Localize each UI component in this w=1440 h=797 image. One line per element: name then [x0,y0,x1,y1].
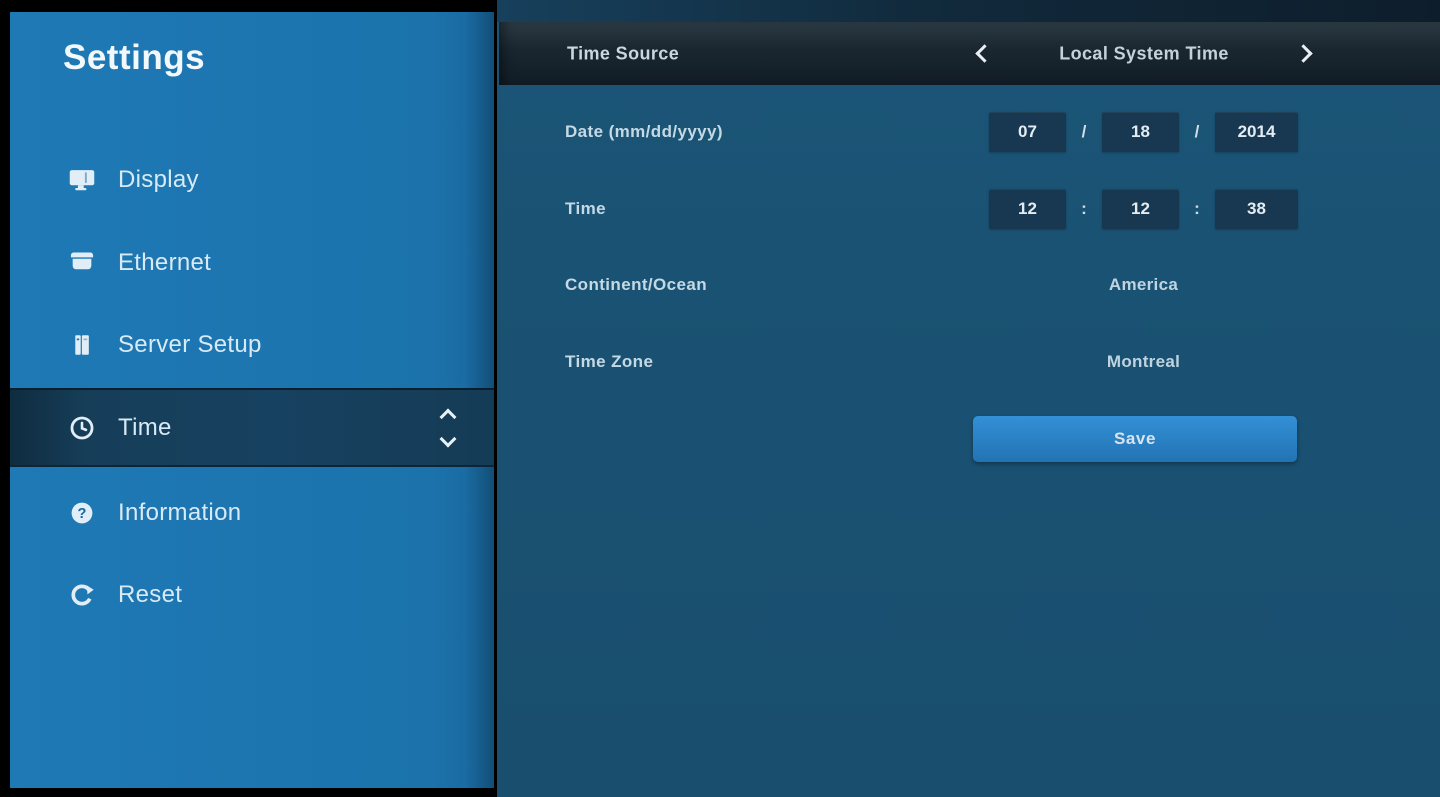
date-separator: / [1179,122,1215,142]
chevron-right-icon [1294,44,1312,62]
date-month-field[interactable]: 07 [989,112,1066,152]
time-source-value: Local System Time [1004,43,1284,64]
save-button[interactable]: Save [973,416,1297,462]
sidebar-item-label: Information [118,499,241,527]
time-label: Time [565,199,606,219]
sidebar-item-label: Time [118,414,172,442]
sidebar-item-reset[interactable]: Reset [10,557,494,632]
time-separator: : [1066,199,1102,219]
ethernet-icon [66,247,98,279]
chevron-left-icon [975,44,993,62]
reset-icon [66,579,98,611]
time-separator: : [1179,199,1215,219]
sidebar: Settings Display Ethernet [10,12,494,788]
time-source-label: Time Source [567,43,679,64]
chevron-down-icon [440,430,457,447]
sidebar-item-server-setup[interactable]: Server Setup [10,307,494,382]
sidebar-item-information[interactable]: ? Information [10,475,494,550]
page-title: Settings [63,38,205,78]
settings-screen: Settings Display Ethernet [0,0,1440,797]
date-separator: / [1066,122,1102,142]
timezone-value: Montreal [989,352,1298,372]
display-icon [66,164,98,196]
sidebar-item-ethernet[interactable]: Ethernet [10,225,494,300]
sidebar-item-label: Ethernet [118,249,211,277]
sidebar-item-label: Reset [118,581,182,609]
item-spinner-indicator [442,411,454,445]
sidebar-item-label: Server Setup [118,331,262,359]
sidebar-item-display[interactable]: Display [10,142,494,217]
time-minutes-field[interactable]: 12 [1102,189,1179,229]
svg-text:?: ? [78,505,87,521]
server-setup-icon [66,329,98,361]
date-fields: 07 / 18 / 2014 [989,112,1298,152]
time-seconds-field[interactable]: 38 [1215,189,1298,229]
time-source-bar: Time Source Local System Time [499,22,1440,85]
date-year-field[interactable]: 2014 [1215,112,1298,152]
chevron-up-icon [440,408,457,425]
time-settings-panel: Time Source Local System Time Date (mm/d… [497,0,1440,797]
time-source-next-button[interactable] [1293,41,1319,67]
clock-icon [66,412,98,444]
continent-value: America [989,275,1298,295]
information-icon: ? [66,497,98,529]
time-fields: 12 : 12 : 38 [989,189,1298,229]
time-source-prev-button[interactable] [969,41,995,67]
sidebar-item-time[interactable]: Time [10,388,494,467]
time-hours-field[interactable]: 12 [989,189,1066,229]
date-label: Date (mm/dd/yyyy) [565,122,723,142]
continent-label: Continent/Ocean [565,275,707,295]
timezone-label: Time Zone [565,352,653,372]
sidebar-item-label: Display [118,166,199,194]
top-strip [497,0,1440,22]
date-day-field[interactable]: 18 [1102,112,1179,152]
